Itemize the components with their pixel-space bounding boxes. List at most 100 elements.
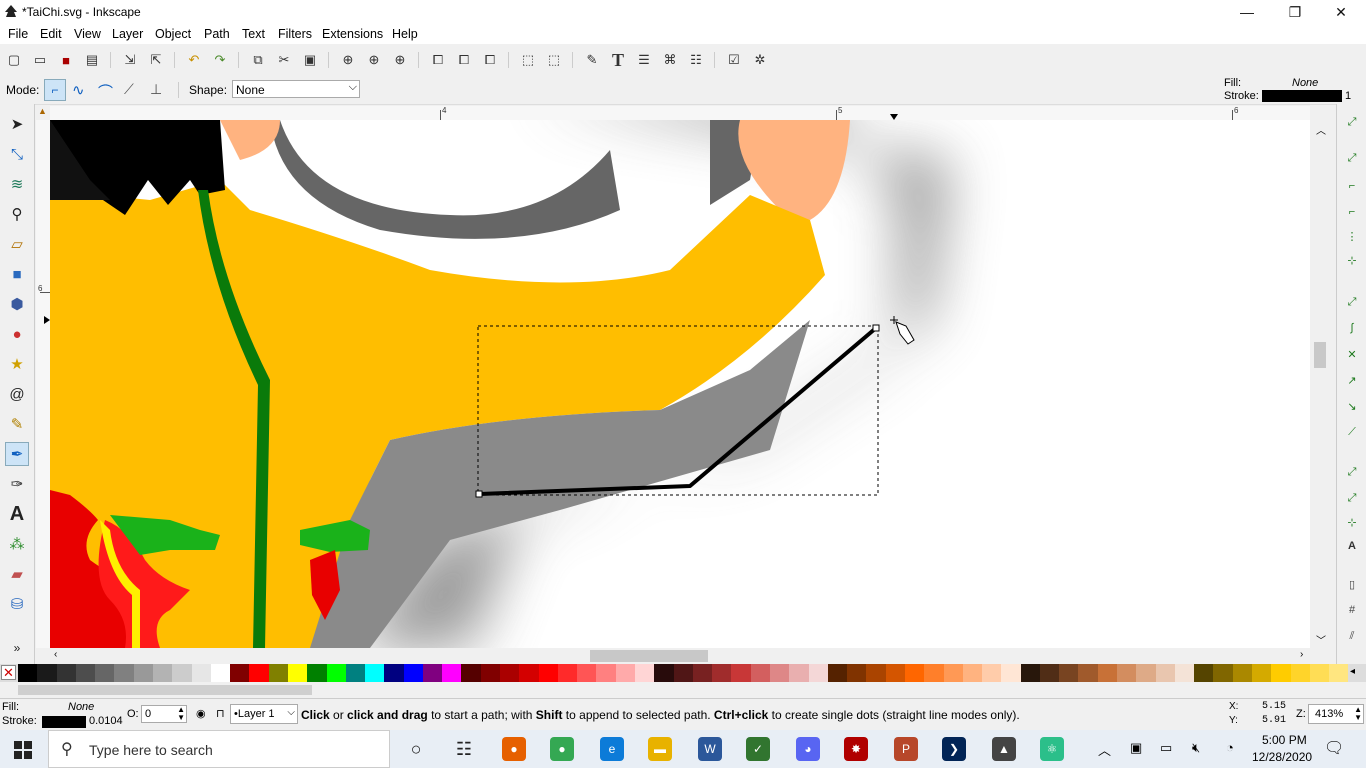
palette-swatch[interactable]	[191, 664, 211, 682]
minimize-button[interactable]: —	[1224, 0, 1270, 24]
menu-layer[interactable]: Layer	[112, 27, 143, 41]
palette-swatch[interactable]	[345, 664, 366, 682]
new-document-icon[interactable]: ▢	[4, 50, 24, 70]
bezier-pen-tool-icon[interactable]: ✒	[5, 442, 29, 466]
snap-text-baseline-icon[interactable]: ⊹	[1344, 514, 1360, 530]
palette-swatch[interactable]	[577, 664, 597, 682]
palette-swatch[interactable]	[37, 664, 57, 682]
palette-swatch[interactable]	[866, 664, 886, 682]
palette-swatch[interactable]	[95, 664, 115, 682]
spinner-arrows-icon[interactable]: ▲ ▼	[1354, 706, 1362, 722]
export-icon[interactable]: ⇱	[146, 50, 166, 70]
snap-guide-icon[interactable]: ⫽	[1344, 628, 1360, 644]
horizontal-scroll-thumb[interactable]	[590, 650, 708, 662]
palette-swatch[interactable]	[924, 664, 944, 682]
regular-bezier-mode-icon[interactable]: ⌐	[44, 79, 66, 101]
rectangle-tool-icon[interactable]: ■	[5, 262, 29, 286]
text-tool-icon[interactable]: A	[5, 502, 29, 526]
lock-layer-icon[interactable]: ⊓	[216, 707, 225, 720]
document-properties-icon[interactable]: ☑	[724, 50, 744, 70]
chrome-icon[interactable]: ●	[550, 737, 574, 761]
menu-text[interactable]: Text	[242, 27, 265, 41]
palette-swatch[interactable]	[596, 664, 616, 682]
path-node-end[interactable]	[872, 324, 880, 332]
firefox-icon[interactable]: ●	[502, 737, 526, 761]
palette-swatch[interactable]	[789, 664, 809, 682]
star-tool-icon[interactable]: ★	[5, 352, 29, 376]
align-distribute-icon[interactable]: ☷	[686, 50, 706, 70]
eraser-tool-icon[interactable]: ▰	[5, 562, 29, 586]
palette-swatch[interactable]	[1213, 664, 1233, 682]
snap-midpoint-icon[interactable]: ⟋	[1344, 424, 1360, 440]
status-stroke-width[interactable]: 0.0104	[89, 715, 123, 727]
eye-visibility-icon[interactable]: ◉	[196, 707, 206, 720]
node-tool-icon[interactable]: ⤡	[5, 142, 29, 166]
palette-swatch[interactable]	[403, 664, 423, 682]
palette-swatch[interactable]	[56, 664, 76, 682]
snap-smooth-icon[interactable]: ↘	[1344, 398, 1360, 414]
menu-filters[interactable]: Filters	[278, 27, 312, 41]
selector-arrow-icon[interactable]: ➤	[5, 112, 29, 136]
horizontal-ruler[interactable]: 4 5 6	[50, 106, 1310, 121]
palette-swatch[interactable]	[1097, 664, 1118, 682]
import-icon[interactable]: ⇲	[120, 50, 140, 70]
zoom-drawing-icon[interactable]: ⊕	[364, 50, 384, 70]
spinner-arrows-icon[interactable]: ▲ ▼	[177, 706, 185, 722]
palette-swatch[interactable]	[365, 664, 385, 682]
more-tools-icon[interactable]: »	[5, 640, 29, 656]
palette-swatch[interactable]	[615, 664, 635, 682]
vertical-scroll-thumb[interactable]	[1314, 342, 1326, 368]
menu-object[interactable]: Object	[155, 27, 191, 41]
palette-swatch[interactable]	[1290, 664, 1310, 682]
palette-swatch[interactable]	[1309, 664, 1330, 682]
group-icon[interactable]: ⬚	[518, 50, 538, 70]
save-icon[interactable]: ■	[56, 50, 76, 70]
snap-bbox-corner-icon[interactable]: ⌐	[1344, 204, 1360, 220]
layer-select[interactable]: •Layer 1 ⌵	[230, 704, 298, 724]
clone-icon[interactable]: ⧠	[454, 50, 474, 70]
stroke-color-swatch[interactable]	[1262, 90, 1342, 102]
drawing-canvas[interactable]	[50, 120, 1310, 648]
scroll-right-icon[interactable]: ›	[1300, 649, 1303, 660]
notification-icon[interactable]: 🗨︎	[1324, 738, 1344, 758]
snap-object-center-icon[interactable]: ⤢	[1344, 464, 1360, 480]
chevron-up-icon[interactable]: ︿	[1098, 740, 1111, 759]
tweak-tool-icon[interactable]: ≋	[5, 172, 29, 196]
discord-icon[interactable]: ◕	[796, 737, 820, 761]
palette-swatch[interactable]	[442, 664, 462, 682]
menu-extensions[interactable]: Extensions	[322, 27, 383, 41]
palette-swatch[interactable]	[557, 664, 578, 682]
menu-view[interactable]: View	[74, 27, 101, 41]
layers-icon[interactable]: ☰	[634, 50, 654, 70]
3d-box-tool-icon[interactable]: ⬢	[5, 292, 29, 316]
battery-icon[interactable]: ▭	[1160, 740, 1172, 756]
snap-bbox-edge-icon[interactable]: ⌐	[1344, 178, 1360, 194]
wifi-icon[interactable]: ◔	[1226, 740, 1234, 755]
palette-swatch[interactable]	[18, 664, 38, 682]
palette-swatch[interactable]	[519, 664, 539, 682]
scroll-left-icon[interactable]: ‹	[54, 649, 57, 660]
status-stroke-swatch[interactable]	[42, 716, 86, 728]
atom-icon[interactable]: ⚛	[1040, 737, 1064, 761]
stroke-width-value[interactable]: 1	[1345, 90, 1351, 102]
menu-path[interactable]: Path	[204, 27, 230, 41]
palette-menu-icon[interactable]: ◂	[1350, 666, 1355, 677]
fill-stroke-icon[interactable]: ✎	[582, 50, 602, 70]
palette-scroll-thumb[interactable]	[18, 685, 312, 695]
palette-swatch[interactable]	[769, 664, 790, 682]
maximize-button[interactable]: ❐	[1272, 0, 1318, 24]
spiral-tool-icon[interactable]: @	[5, 382, 29, 406]
cut-icon[interactable]: ✂	[274, 50, 294, 70]
snap-rotation-center-icon[interactable]: ⤢	[1344, 490, 1360, 506]
vertical-scrollbar[interactable]: ︿ ﹀	[1312, 120, 1329, 648]
calligraphy-tool-icon[interactable]: ✑	[5, 472, 29, 496]
file-explorer-icon[interactable]: ▬	[648, 737, 672, 761]
palette-swatch[interactable]	[1155, 664, 1175, 682]
palette-swatch[interactable]	[1001, 664, 1021, 682]
status-fill-value[interactable]: None	[68, 701, 94, 713]
print-icon[interactable]: ▤	[82, 50, 102, 70]
text-font-icon[interactable]: T	[608, 50, 628, 70]
zoom-selection-icon[interactable]: ⊕	[338, 50, 358, 70]
palette-swatch[interactable]	[1271, 664, 1291, 682]
xml-editor-icon[interactable]: ⌘	[660, 50, 680, 70]
